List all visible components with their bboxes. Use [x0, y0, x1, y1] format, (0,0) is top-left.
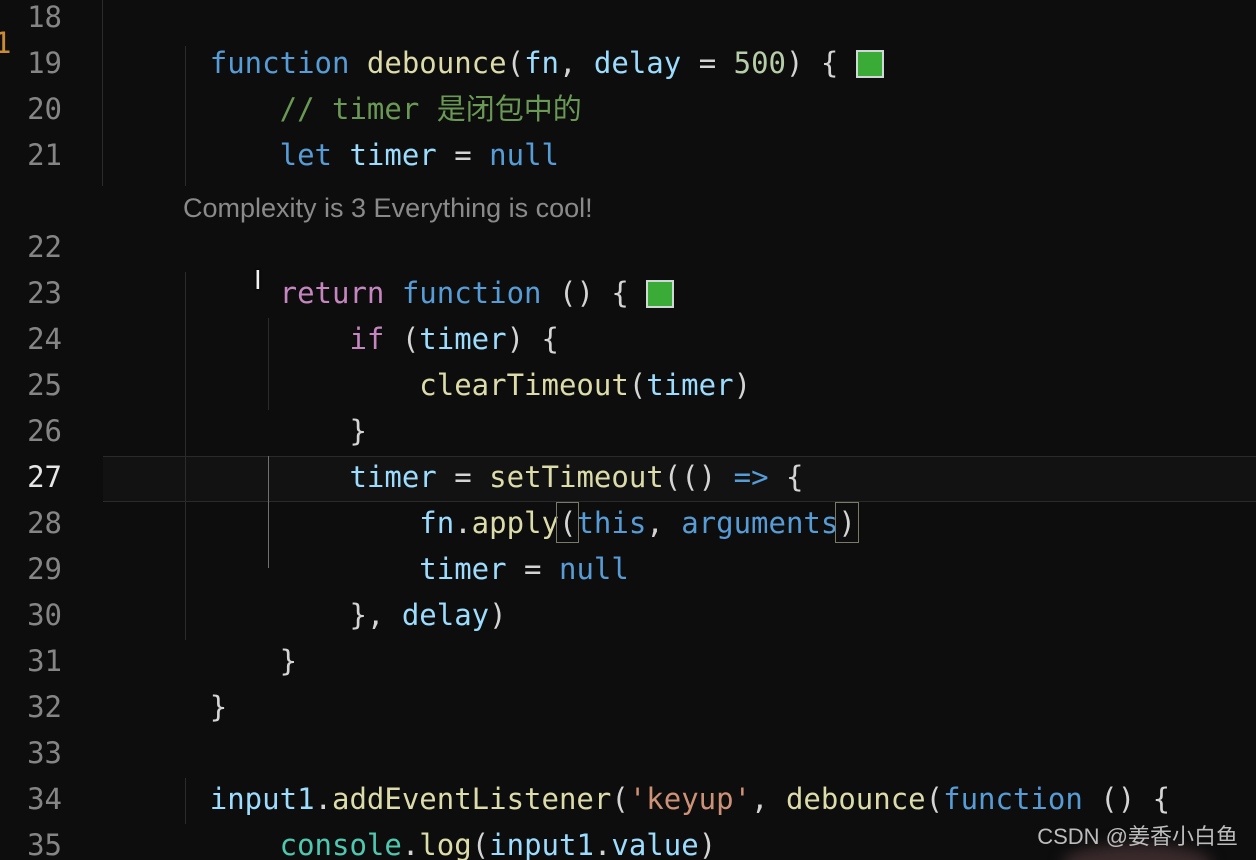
code-line[interactable]: return function () { — [103, 224, 1256, 310]
code-line[interactable]: function debounce(fn, delay = 500) { — [103, 0, 1256, 80]
code-line-text: } — [209, 644, 298, 678]
code-line-text: // timer 是闭包中的 — [208, 92, 582, 126]
line-number: 31 — [27, 644, 62, 678]
line-number: 22 — [27, 230, 62, 264]
line-number-gutter[interactable]: 18 19 20 21 22 23 24 25 26 27 28 29 30 3… — [0, 0, 103, 860]
inlay-hint-complexity[interactable]: Complexity is 3 Everything is cool! — [183, 188, 593, 228]
line-number: 28 — [27, 506, 62, 540]
clipped-edge-glyph: 1 — [0, 26, 12, 60]
line-number: 23 — [27, 276, 62, 310]
color-swatch[interactable] — [855, 50, 884, 78]
code-line-text: } — [209, 690, 228, 724]
line-number: 32 — [27, 690, 62, 724]
code-content[interactable]: function debounce(fn, delay = 500) { // … — [103, 0, 1256, 860]
line-number: 35 — [27, 828, 62, 860]
color-swatch[interactable] — [646, 280, 675, 308]
line-number: 20 — [27, 92, 62, 126]
code-line-text: fn.apply(this, arguments) — [208, 502, 860, 543]
line-number: 30 — [27, 598, 62, 632]
code-line-text: timer = null — [419, 552, 629, 586]
code-line-text: let timer = null — [279, 138, 560, 172]
code-line[interactable] — [103, 684, 1256, 730]
line-number: 21 — [27, 138, 62, 172]
code-line-text: if (timer) { — [349, 322, 559, 356]
comment-text: // timer 是闭包中的 — [279, 92, 582, 126]
code-line-text: function debounce(fn, delay = 500) { — [208, 46, 884, 80]
line-number: 34 — [27, 782, 62, 816]
line-number-active: 27 — [27, 460, 62, 494]
code-line-text: input1.addEventListener('keyup', debounc… — [209, 782, 1171, 816]
indent-guide — [185, 272, 186, 640]
code-line-text: } — [209, 414, 367, 448]
code-line[interactable]: input1.addEventListener('keyup', debounc… — [103, 730, 1256, 816]
watermark-text: CSDN @姜香小白鱼 — [1037, 824, 1238, 849]
line-number: 33 — [27, 736, 62, 770]
indent-guide — [185, 778, 186, 824]
line-number: 25 — [27, 368, 62, 402]
mouse-cursor-ibeam: I — [254, 266, 262, 296]
code-line-text: }, delay) — [349, 598, 507, 632]
line-number: 24 — [27, 322, 62, 356]
indent-guide — [185, 46, 186, 186]
code-line-text: return function () { — [208, 276, 675, 310]
code-editor[interactable]: 18 19 20 21 22 23 24 25 26 27 28 29 30 3… — [0, 0, 1256, 860]
line-number: 26 — [27, 414, 62, 448]
code-line-text: console.log(input1.value) — [279, 828, 717, 860]
bracket-match-close: ) — [835, 500, 860, 546]
line-number: 29 — [27, 552, 62, 586]
bracket-match-open: ( — [555, 500, 581, 546]
code-line-text: clearTimeout(timer) — [419, 368, 752, 402]
gutter-separator — [102, 0, 103, 186]
code-line-text: timer = setTimeout(() => { — [349, 460, 804, 494]
